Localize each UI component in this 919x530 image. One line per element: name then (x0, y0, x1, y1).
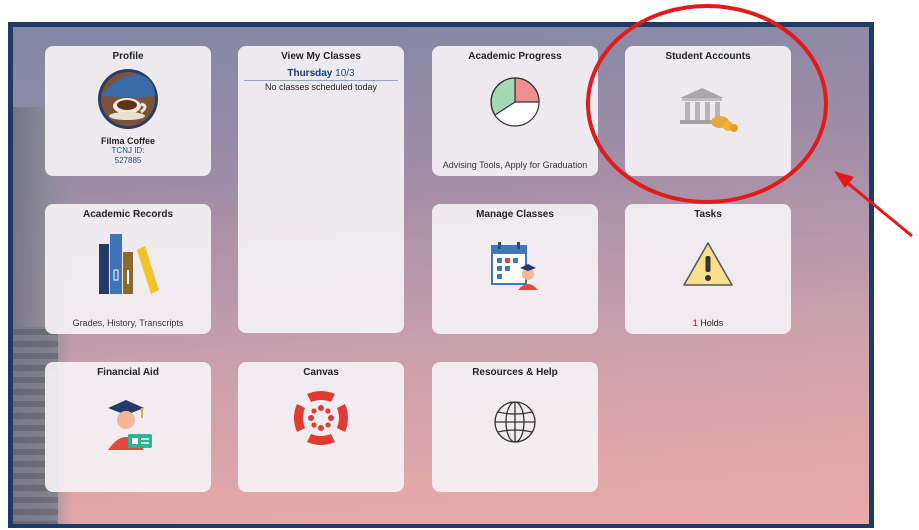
annotation-overlay (586, 4, 913, 238)
annotation-circle (586, 4, 828, 204)
annotation-arrow-line (843, 178, 913, 238)
